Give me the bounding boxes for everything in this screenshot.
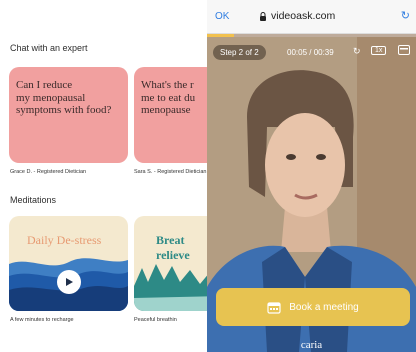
meditation-card[interactable]: Breat relieve xyxy=(134,216,207,311)
videoask-panel: OK videoask.com ↻ Step 2 of 2 00:05 / 00… xyxy=(207,0,416,352)
step-indicator: Step 2 of 2 xyxy=(213,45,266,60)
browser-url-bar: OK videoask.com ↻ xyxy=(207,0,416,34)
meditation-card[interactable]: Daily De-stress xyxy=(9,216,128,311)
chat-section-title: Chat with an expert xyxy=(10,43,88,53)
expert-card[interactable]: What's the r me to eat du menopause xyxy=(134,67,207,163)
meditation-caption: A few minutes to recharge xyxy=(10,317,74,323)
app-content-panel: Chat with an expert Can I reduce my meno… xyxy=(0,0,207,352)
expert-card[interactable]: Can I reduce my menopausal symptoms with… xyxy=(9,67,128,163)
url-display[interactable]: videoask.com xyxy=(259,10,335,22)
forest-illustration xyxy=(134,264,207,311)
meditation-caption: Peaceful breathin xyxy=(134,317,177,323)
expert-question: Can I reduce my menopausal symptoms with… xyxy=(16,79,112,116)
reload-icon[interactable]: ↻ xyxy=(401,9,410,22)
speed-button[interactable]: 1x xyxy=(371,46,387,55)
meditations-section-title: Meditations xyxy=(10,195,57,205)
video-player[interactable]: Step 2 of 2 00:05 / 00:39 ↻ 1x Book a me… xyxy=(207,37,416,352)
calendar-icon xyxy=(267,301,281,314)
wave-illustration xyxy=(9,258,128,311)
book-meeting-button[interactable]: Book a meeting xyxy=(216,288,410,326)
expert-question: What's the r me to eat du menopause xyxy=(141,79,196,116)
ok-button[interactable]: OK xyxy=(215,11,229,22)
captions-icon[interactable] xyxy=(398,45,410,57)
time-display: 00:05 / 00:39 xyxy=(287,48,334,57)
play-button[interactable] xyxy=(57,270,81,294)
expert-caption: Grace D. - Registered Dietician xyxy=(10,169,87,175)
expert-caption: Sara S. - Registered Dietician xyxy=(134,169,207,175)
brand-logo: caria xyxy=(300,339,323,351)
replay-icon[interactable]: ↻ xyxy=(353,46,361,57)
book-meeting-label: Book a meeting xyxy=(289,301,359,313)
play-icon xyxy=(66,278,73,286)
url-text: videoask.com xyxy=(271,10,336,22)
lock-icon xyxy=(260,11,266,21)
